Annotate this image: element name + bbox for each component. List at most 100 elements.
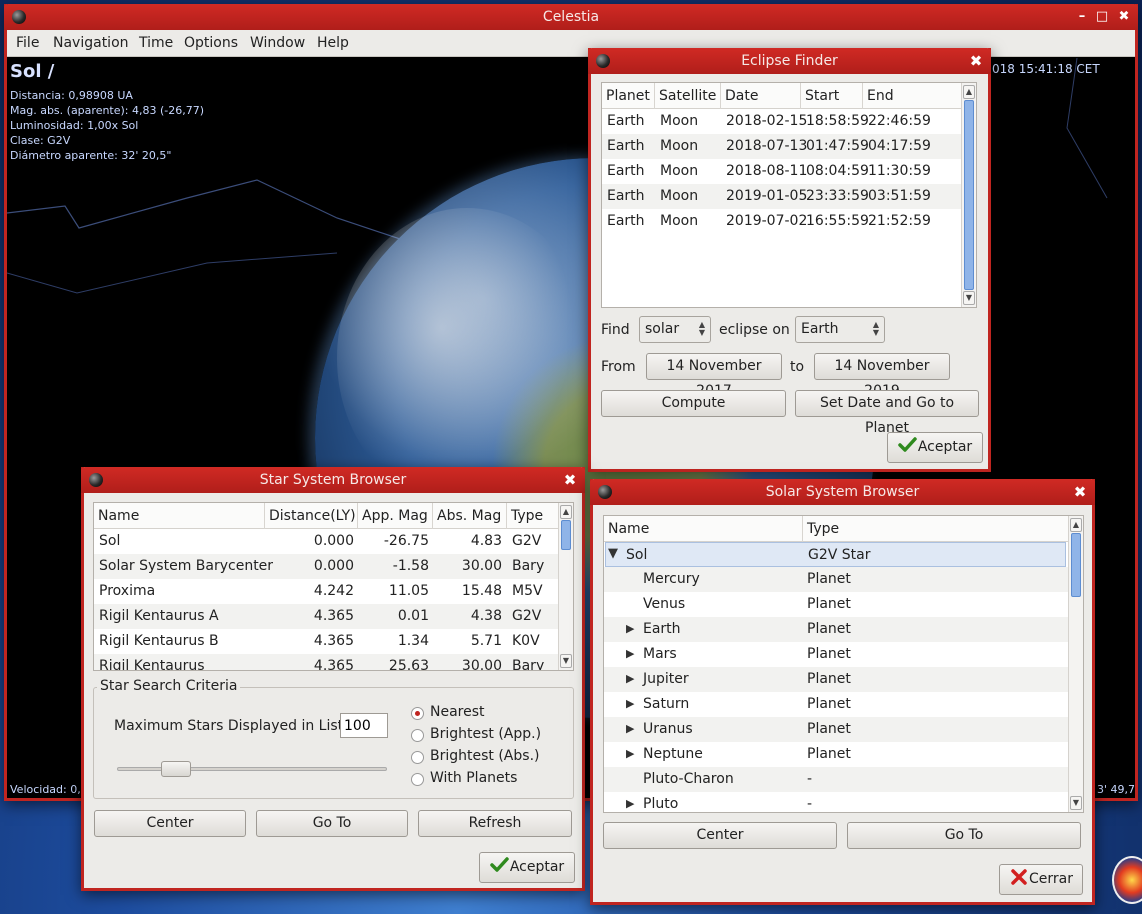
cell-type: G2V: [512, 608, 542, 624]
tree-row[interactable]: Venus Planet: [604, 592, 1083, 617]
col-name[interactable]: Name: [94, 503, 265, 529]
scroll-up-icon[interactable]: ▲: [963, 85, 975, 99]
scroll-thumb[interactable]: [964, 100, 974, 290]
tree-row[interactable]: ▶ Uranus Planet: [604, 717, 1083, 742]
tree-row[interactable]: Mercury Planet: [604, 567, 1083, 592]
eclipse-type-select[interactable]: solar ▲ ▼: [639, 316, 711, 343]
radio-with-planets-label[interactable]: With Planets: [430, 770, 517, 786]
col-name[interactable]: Name: [604, 516, 803, 542]
max-stars-slider-track[interactable]: [117, 767, 387, 771]
col-abs-mag[interactable]: Abs. Mag: [433, 503, 507, 529]
goto-button[interactable]: Go To: [847, 822, 1081, 849]
table-row[interactable]: Earth Moon 2018-02-15 18:58:59 22:46:59: [602, 109, 976, 134]
max-stars-slider-handle[interactable]: [161, 761, 191, 777]
tree-row[interactable]: Pluto-Charon -: [604, 767, 1083, 792]
table-row[interactable]: Earth Moon 2018-08-11 08:04:59 11:30:59: [602, 159, 976, 184]
table-row[interactable]: Rigil Kentaurus 4.365 25.63 30.00 Bary: [94, 654, 573, 671]
goto-button[interactable]: Go To: [256, 810, 408, 837]
expander-closed-icon[interactable]: ▶: [626, 747, 634, 760]
tree-row[interactable]: ▶ Saturn Planet: [604, 692, 1083, 717]
max-stars-input[interactable]: [340, 713, 388, 738]
col-satellite[interactable]: Satellite: [655, 83, 721, 109]
expander-closed-icon[interactable]: ▶: [626, 697, 634, 710]
radio-brightest-app-label[interactable]: Brightest (App.): [430, 726, 541, 742]
scroll-down-icon[interactable]: ▼: [963, 291, 975, 305]
menu-navigation[interactable]: Navigation: [53, 35, 129, 51]
close-icon[interactable]: ✖: [563, 467, 577, 493]
radio-nearest-label[interactable]: Nearest: [430, 704, 485, 720]
tree-row[interactable]: ▶ Neptune Planet: [604, 742, 1083, 767]
table-row[interactable]: Rigil Kentaurus B 4.365 1.34 5.71 K0V: [94, 629, 573, 654]
table-row[interactable]: Proxima 4.242 11.05 15.48 M5V: [94, 579, 573, 604]
table-row[interactable]: Sol 0.000 -26.75 4.83 G2V: [94, 529, 573, 554]
menu-options[interactable]: Options: [184, 35, 238, 51]
scroll-up-icon[interactable]: ▲: [1070, 518, 1082, 532]
expander-open-icon[interactable]: ▼: [608, 546, 618, 561]
close-icon[interactable]: ✖: [1073, 479, 1087, 505]
to-date-button[interactable]: 14 November 2019: [814, 353, 950, 399]
center-button[interactable]: Center: [603, 822, 837, 849]
star-table-scrollbar[interactable]: ▲ ▼: [558, 503, 573, 670]
expander-closed-icon[interactable]: ▶: [626, 672, 634, 685]
table-row[interactable]: Rigil Kentaurus A 4.365 0.01 4.38 G2V: [94, 604, 573, 629]
radio-brightest-abs[interactable]: [411, 751, 424, 764]
col-app-mag[interactable]: App. Mag: [358, 503, 433, 529]
maximize-icon[interactable]: □: [1094, 4, 1110, 30]
cell-start: 01:47:59: [806, 138, 869, 154]
radio-brightest-abs-label[interactable]: Brightest (Abs.): [430, 748, 539, 764]
col-start[interactable]: Start: [801, 83, 863, 109]
col-type[interactable]: Type: [803, 516, 1067, 542]
scroll-thumb[interactable]: [1071, 533, 1081, 597]
menu-time[interactable]: Time: [139, 35, 173, 51]
expander-closed-icon[interactable]: ▶: [626, 622, 634, 635]
table-row[interactable]: Solar System Barycenter 0.000 -1.58 30.0…: [94, 554, 573, 579]
close-label: Cerrar: [1029, 871, 1073, 887]
tree-row[interactable]: ▶ Earth Planet: [604, 617, 1083, 642]
from-date-button[interactable]: 14 November 2017: [646, 353, 782, 399]
compute-button[interactable]: Compute: [601, 390, 786, 417]
col-distance[interactable]: Distance(LY): [265, 503, 358, 529]
radio-brightest-app[interactable]: [411, 729, 424, 742]
menu-file[interactable]: File: [16, 35, 39, 51]
eclipse-body-select[interactable]: Earth ▲ ▼: [795, 316, 885, 343]
tree-row[interactable]: ▶ Jupiter Planet: [604, 667, 1083, 692]
col-type[interactable]: Type: [507, 503, 557, 529]
main-titlebar[interactable]: Celestia – □ ✖: [4, 4, 1138, 30]
set-date-go-button[interactable]: Set Date and Go to Planet: [795, 390, 979, 436]
accept-button[interactable]: Aceptar: [887, 432, 983, 463]
minimize-icon[interactable]: –: [1074, 4, 1090, 30]
expander-closed-icon[interactable]: ▶: [626, 647, 634, 660]
star-browser-titlebar[interactable]: Star System Browser ✖: [81, 467, 585, 493]
accept-button[interactable]: Aceptar: [479, 852, 575, 883]
col-end[interactable]: End: [863, 83, 963, 109]
radio-with-planets[interactable]: [411, 773, 424, 786]
close-icon[interactable]: ✖: [1116, 4, 1132, 30]
col-date[interactable]: Date: [721, 83, 801, 109]
eclipse-finder-titlebar[interactable]: Eclipse Finder ✖: [588, 48, 991, 74]
scroll-down-icon[interactable]: ▼: [1070, 796, 1082, 810]
col-planet[interactable]: Planet: [602, 83, 655, 109]
close-icon[interactable]: ✖: [969, 48, 983, 74]
scroll-thumb[interactable]: [561, 520, 571, 550]
center-button[interactable]: Center: [94, 810, 246, 837]
menu-help[interactable]: Help: [317, 35, 349, 51]
solar-browser-titlebar[interactable]: Solar System Browser ✖: [590, 479, 1095, 505]
tree-row[interactable]: ▶ Mars Planet: [604, 642, 1083, 667]
cell-app-mag: 25.63: [388, 658, 429, 671]
table-row[interactable]: Earth Moon 2019-01-05 23:33:59 03:51:59: [602, 184, 976, 209]
tree-row-sol[interactable]: ▼ Sol G2V Star: [605, 542, 1066, 567]
table-row[interactable]: Earth Moon 2018-07-13 01:47:59 04:17:59: [602, 134, 976, 159]
menu-window[interactable]: Window: [250, 35, 305, 51]
expander-closed-icon[interactable]: ▶: [626, 797, 634, 810]
eclipse-table-scrollbar[interactable]: ▲ ▼: [961, 83, 976, 307]
close-button[interactable]: Cerrar: [999, 864, 1083, 895]
solar-tree-scrollbar[interactable]: ▲ ▼: [1068, 516, 1083, 812]
scroll-up-icon[interactable]: ▲: [560, 505, 572, 519]
table-row[interactable]: Earth Moon 2019-07-02 16:55:59 21:52:59: [602, 209, 976, 234]
expander-closed-icon[interactable]: ▶: [626, 722, 634, 735]
refresh-button[interactable]: Refresh: [418, 810, 572, 837]
radio-nearest[interactable]: [411, 707, 424, 720]
tree-row[interactable]: ▶ Pluto -: [604, 792, 1083, 812]
cell-date: 2018-07-13: [726, 138, 808, 154]
scroll-down-icon[interactable]: ▼: [560, 654, 572, 668]
